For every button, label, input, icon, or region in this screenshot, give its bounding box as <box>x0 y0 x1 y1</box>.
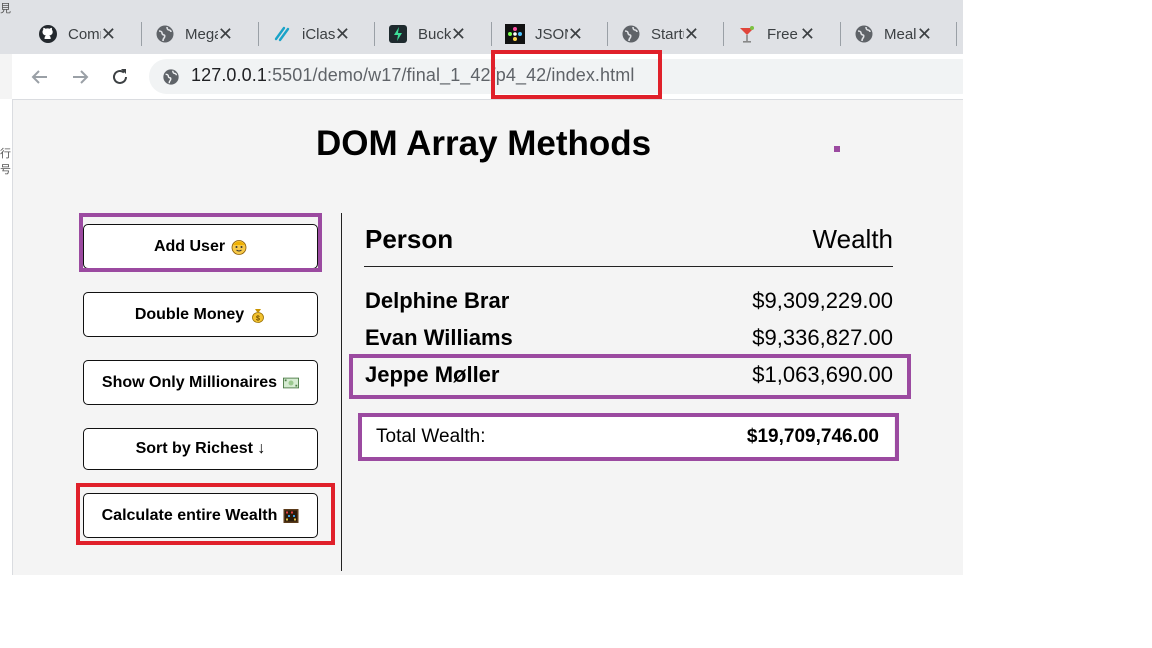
tab-title: Meal <box>884 25 917 43</box>
tab-title: Startup <box>651 25 684 43</box>
highlight-box-row <box>349 354 911 399</box>
tab-close-icon[interactable]: ✕ <box>568 25 583 43</box>
page-title: DOM Array Methods <box>316 124 652 163</box>
left-panel-edge: 行号 <box>0 99 13 575</box>
globe-icon <box>854 24 874 44</box>
left-edge-text: 見 <box>0 3 11 15</box>
tab-close-icon[interactable]: ✕ <box>800 25 815 43</box>
tab-5[interactable]: JSON ✕ <box>481 14 597 54</box>
column-header-wealth: Wealth <box>812 224 893 254</box>
globe-icon <box>621 24 641 44</box>
person-wealth: $9,309,229.00 <box>752 288 893 313</box>
tab-7[interactable]: Free API ✕ <box>713 14 829 54</box>
tab-title: Mega <box>185 25 218 43</box>
cocktail-icon <box>737 24 757 44</box>
dollar-bill-icon <box>283 375 300 391</box>
tab-close-icon[interactable]: ✕ <box>218 25 233 43</box>
show-millionaires-button[interactable]: Show Only Millionaires <box>83 360 318 405</box>
json-icon <box>505 24 525 44</box>
tab-close-icon[interactable]: ✕ <box>101 25 116 43</box>
button-label: Sort by Richest ↓ <box>135 440 266 457</box>
annotation-dot <box>834 146 840 152</box>
person-name: Evan Williams <box>365 325 513 350</box>
tab-title: JSON <box>535 25 568 43</box>
tab-title: Comm <box>68 25 101 43</box>
vertical-divider <box>341 213 342 571</box>
back-arrow-icon[interactable] <box>25 62 55 92</box>
table-row: Delphine Brar $9,309,229.00 <box>364 286 893 320</box>
highlight-box-total <box>358 413 899 461</box>
tab-title: Buckets <box>418 25 451 43</box>
tab-separator <box>956 22 957 46</box>
tab-title: Free API <box>767 25 800 43</box>
tab-6[interactable]: Startup ✕ <box>597 14 713 54</box>
tab-1[interactable]: Comm ✕ <box>14 14 130 54</box>
forward-arrow-icon[interactable] <box>65 62 95 92</box>
svg-text:$: $ <box>256 315 260 322</box>
tab-2[interactable]: Mega ✕ <box>131 14 247 54</box>
tab-close-icon[interactable]: ✕ <box>335 25 350 43</box>
page-content: DOM Array Methods Add User Double Money … <box>13 100 963 575</box>
reload-icon[interactable] <box>105 62 135 92</box>
tab-strip: 見 Comm ✕ Mega ✕ iClass ✕ <box>0 0 963 54</box>
table-row: Evan Williams $9,336,827.00 <box>364 323 893 357</box>
button-label: Double Money <box>134 305 245 323</box>
tab-title: iClass <box>302 25 335 43</box>
browser-toolbar: 127.0.0.1:5501/demo/w17/final_1_42/p4_42… <box>12 54 963 100</box>
globe-icon[interactable] <box>161 67 181 87</box>
left-panel-text: 行号 <box>0 148 11 176</box>
tab-close-icon[interactable]: ✕ <box>451 25 466 43</box>
bucket-icon <box>388 24 408 44</box>
person-wealth: $9,336,827.00 <box>752 325 893 350</box>
github-icon <box>38 24 58 44</box>
money-bag-icon: $ <box>250 307 266 323</box>
button-label: Show Only Millionaires <box>101 373 278 391</box>
iclass-icon <box>272 24 292 44</box>
globe-icon <box>155 24 175 44</box>
person-name: Delphine Brar <box>365 288 510 313</box>
tab-4[interactable]: Buckets ✕ <box>364 14 480 54</box>
tab-close-icon[interactable]: ✕ <box>684 25 699 43</box>
tab-close-icon[interactable]: ✕ <box>917 25 932 43</box>
highlight-box-calculate <box>76 483 335 545</box>
tab-8[interactable]: Meal ✕ <box>830 14 946 54</box>
tab-3[interactable]: iClass ✕ <box>248 14 364 54</box>
highlight-box-url <box>491 50 662 99</box>
double-money-button[interactable]: Double Money $ <box>83 292 318 337</box>
browser-window: 見 Comm ✕ Mega ✕ iClass ✕ <box>0 0 963 575</box>
url-host: 127.0.0.1 <box>191 65 267 85</box>
highlight-box-add-user <box>79 213 322 272</box>
column-header-person: Person <box>365 224 454 254</box>
sort-richest-button[interactable]: Sort by Richest ↓ <box>83 428 318 470</box>
table-header: Person Wealth <box>364 218 893 267</box>
